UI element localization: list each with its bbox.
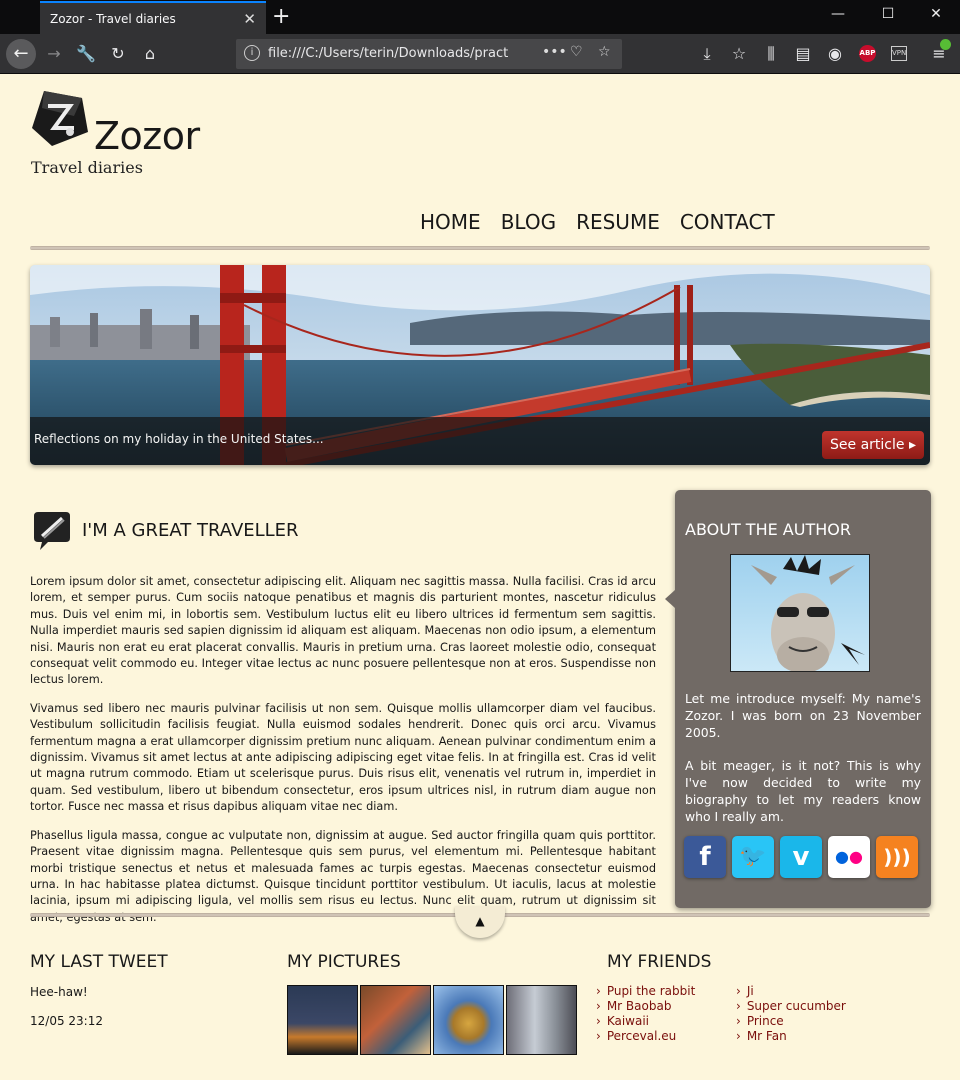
caret-up-icon: ▲ [475, 914, 485, 928]
author-avatar [730, 554, 870, 672]
url-bar[interactable]: i file:///C:/Users/terin/Downloads/pract… [236, 39, 622, 69]
zozor-donkey-image [751, 555, 865, 671]
author-bio-paragraph: A bit meager, is it not? This is why I'v… [685, 758, 921, 824]
flickr-icon[interactable]: ●● [828, 836, 870, 878]
quill-speech-bubble-icon [34, 512, 70, 550]
main-nav: HOME BLOG RESUME CONTACT [420, 210, 775, 234]
maximize-icon[interactable]: ☐ [878, 6, 898, 22]
back-icon[interactable]: ← [6, 39, 36, 69]
site-tagline: Travel diaries [31, 158, 143, 177]
home-icon[interactable]: ⌂ [139, 43, 161, 65]
extension-icon[interactable]: VPN [891, 46, 907, 61]
friend-link[interactable]: Mr Fan [736, 1029, 846, 1044]
page: Zozor Travel diaries HOME BLOG RESUME CO… [0, 74, 960, 1080]
rss-icon[interactable]: ))) [876, 836, 918, 878]
more-actions-icon[interactable]: ••• [542, 44, 567, 60]
nav-contact[interactable]: CONTACT [680, 210, 775, 234]
zozor-logo-icon [32, 91, 88, 146]
picture-gallery [287, 985, 577, 1055]
tab-title: Zozor - Travel diaries [50, 12, 176, 26]
banner: Reflections on my holiday in the United … [30, 265, 930, 465]
tweet-text: Hee-haw! [30, 985, 88, 999]
close-icon[interactable]: ✕ [926, 6, 946, 22]
tab-close-icon[interactable]: ✕ [243, 10, 256, 28]
author-bio: Let me introduce myself: My name's Zozor… [685, 690, 921, 841]
friend-link[interactable]: Kaiwaii [596, 1014, 695, 1029]
tweet-time: 12/05 23:12 [30, 1014, 103, 1028]
see-article-button[interactable]: See article ▸ [822, 431, 924, 459]
about-author-box: ABOUT THE AUTHOR Let me introduce myself… [665, 490, 931, 908]
friend-link[interactable]: Pupi the rabbit [596, 984, 695, 999]
friends-title: MY FRIENDS [607, 952, 712, 972]
banner-caption: Reflections on my holiday in the United … [30, 417, 930, 465]
tweet-title: MY LAST TWEET [30, 952, 168, 972]
pocket-icon[interactable]: ♡ [570, 44, 583, 60]
browser-titlebar: Zozor - Travel diaries ✕ + — ☐ ✕ [0, 0, 960, 34]
article-body: Lorem ipsum dolor sit amet, consectetur … [30, 574, 656, 938]
facebook-icon[interactable]: f [684, 836, 726, 878]
sidebar-icon[interactable]: ▤ [792, 43, 814, 65]
article-paragraph: Lorem ipsum dolor sit amet, consectetur … [30, 575, 656, 687]
caret-right-icon: ▸ [908, 437, 916, 453]
picture-thumbnail-statue[interactable] [506, 985, 577, 1055]
update-badge-icon [940, 39, 951, 50]
reload-icon[interactable]: ↻ [107, 43, 129, 65]
friend-link[interactable]: Prince [736, 1014, 846, 1029]
friends-list-col2: Ji Super cucumber Prince Mr Fan [736, 984, 846, 1044]
browser-toolbar: ← → 🔧 ↻ ⌂ i file:///C:/Users/terin/Downl… [0, 34, 960, 74]
friend-link[interactable]: Ji [736, 984, 846, 999]
friend-link[interactable]: Super cucumber [736, 999, 846, 1014]
adblock-icon[interactable]: ABP [859, 45, 876, 62]
picture-thumbnail-dome[interactable] [433, 985, 504, 1055]
new-tab-icon[interactable]: + [272, 4, 290, 29]
author-bio-paragraph: Let me introduce myself: My name's Zozor… [685, 691, 921, 740]
starred-icon[interactable]: ☆ [728, 43, 750, 65]
banner-caption-text: Reflections on my holiday in the United … [34, 432, 324, 446]
wrench-icon[interactable]: 🔧 [75, 43, 97, 65]
article-title: I'M A GREAT TRAVELLER [82, 520, 299, 541]
forward-icon[interactable]: → [43, 43, 65, 65]
see-article-label: See article [830, 437, 905, 453]
browser-tab[interactable]: Zozor - Travel diaries ✕ [40, 1, 266, 34]
nav-home[interactable]: HOME [420, 210, 481, 234]
library-icon[interactable]: ⫼ [760, 43, 782, 65]
friend-link[interactable]: Mr Baobab [596, 999, 695, 1014]
info-icon[interactable]: i [244, 45, 260, 61]
header-divider [30, 246, 930, 250]
vimeo-icon[interactable]: v [780, 836, 822, 878]
article-paragraph: Phasellus ligula massa, congue ac vulput… [30, 828, 656, 924]
download-icon[interactable]: ⤓ [696, 43, 718, 65]
picture-thumbnail-skyline[interactable] [287, 985, 358, 1055]
bookmark-star-icon[interactable]: ☆ [598, 44, 611, 60]
picture-thumbnail-street[interactable] [360, 985, 431, 1055]
account-icon[interactable]: ◉ [824, 43, 846, 65]
nav-resume[interactable]: RESUME [576, 210, 660, 234]
social-links: f 🐦 v ●● ))) [684, 836, 918, 878]
minimize-icon[interactable]: — [828, 6, 848, 22]
site-name: Zozor [94, 114, 200, 158]
friends-list-col1: Pupi the rabbit Mr Baobab Kaiwaii Percev… [596, 984, 695, 1044]
friend-link[interactable]: Perceval.eu [596, 1029, 695, 1044]
url-text[interactable]: file:///C:/Users/terin/Downloads/practic [268, 46, 508, 61]
pictures-title: MY PICTURES [287, 952, 401, 972]
author-title: ABOUT THE AUTHOR [685, 520, 851, 539]
nav-blog[interactable]: BLOG [501, 210, 556, 234]
twitter-icon[interactable]: 🐦 [732, 836, 774, 878]
article-paragraph: Vivamus sed libero nec mauris pulvinar f… [30, 701, 656, 814]
